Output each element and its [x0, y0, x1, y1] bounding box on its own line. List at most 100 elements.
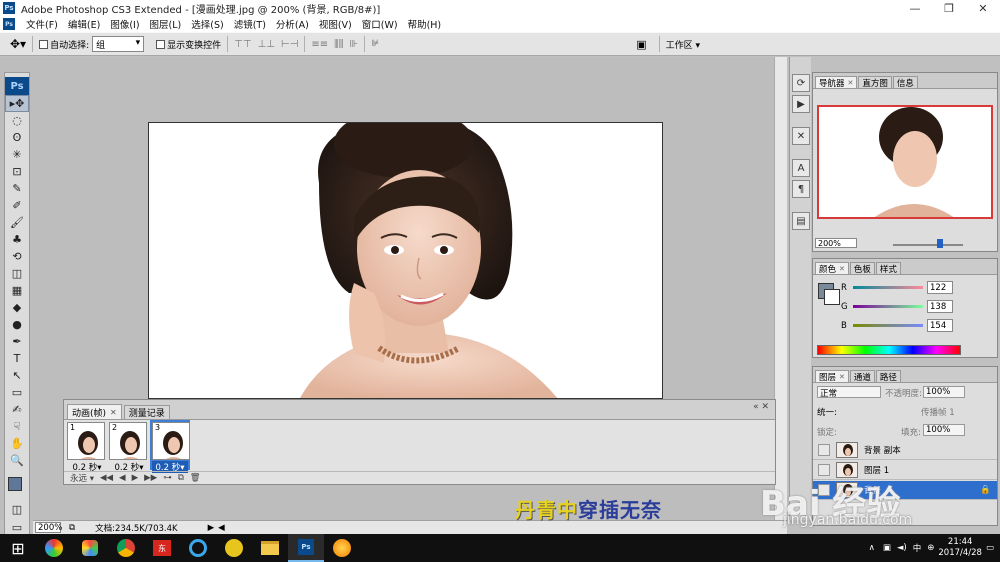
- tools-preset-icon[interactable]: ✕: [792, 127, 810, 145]
- navigator-zoom-slider[interactable]: [893, 244, 963, 246]
- marquee-tool-icon[interactable]: ◌: [5, 112, 29, 129]
- red-slider[interactable]: [853, 286, 923, 289]
- align-top-icon[interactable]: ⊤⊤: [234, 39, 251, 50]
- tray-volume-icon[interactable]: ◄): [897, 543, 907, 553]
- menu-filter[interactable]: 滤镜(T): [229, 17, 271, 31]
- menu-edit[interactable]: 编辑(E): [63, 17, 105, 31]
- magic-wand-tool-icon[interactable]: ✳: [5, 146, 29, 163]
- document-canvas[interactable]: [148, 122, 663, 399]
- foreground-color-swatch[interactable]: [8, 477, 22, 491]
- clone-stamp-tool-icon[interactable]: ♣: [5, 231, 29, 248]
- align-left-icon[interactable]: ⊢⊣: [281, 39, 298, 50]
- distribute-right-icon[interactable]: ⊪: [349, 39, 358, 50]
- gradient-tool-icon[interactable]: ▦: [5, 282, 29, 299]
- panel-menu-icon[interactable]: « ✕: [753, 402, 769, 412]
- animation-frame-1[interactable]: 1 0.2 秒▾: [67, 422, 107, 473]
- animation-frame-2[interactable]: 2 0.2 秒▾: [109, 422, 149, 473]
- fill-field[interactable]: 100%: [923, 424, 965, 436]
- layer-row[interactable]: 背景 副本: [813, 441, 997, 460]
- start-button[interactable]: ⊞: [0, 534, 36, 562]
- maximize-button[interactable]: ❐: [932, 0, 966, 16]
- navigator-preview[interactable]: [817, 105, 993, 219]
- visibility-toggle[interactable]: [818, 444, 830, 456]
- green-value-field[interactable]: 138: [927, 300, 953, 313]
- navigator-slider-thumb[interactable]: [937, 239, 943, 248]
- app-menu-icon[interactable]: Ps: [3, 18, 15, 30]
- color-bg-swatch[interactable]: [824, 289, 840, 305]
- prev-frame-button[interactable]: ◀: [119, 473, 126, 483]
- close-icon[interactable]: ✕: [848, 79, 854, 87]
- blue-value-field[interactable]: 154: [927, 319, 953, 332]
- blend-mode-dropdown[interactable]: 正常: [817, 386, 881, 399]
- crop-tool-icon[interactable]: ⊡: [5, 163, 29, 180]
- eraser-tool-icon[interactable]: ◫: [5, 265, 29, 282]
- green-slider[interactable]: [853, 305, 923, 308]
- animation-frame-3[interactable]: 3 0.2 秒▾: [150, 420, 190, 473]
- tab-color[interactable]: 颜色 ✕: [815, 262, 849, 275]
- auto-select-dropdown[interactable]: 组: [92, 36, 145, 52]
- tab-info[interactable]: 信息: [892, 76, 918, 89]
- ie-icon[interactable]: [180, 534, 216, 562]
- tab-animation-frames[interactable]: 动画(帧) ✕: [67, 404, 122, 419]
- tab-navigator[interactable]: 导航器 ✕: [815, 76, 858, 89]
- visibility-toggle[interactable]: [818, 464, 830, 476]
- menu-layer[interactable]: 图层(L): [145, 17, 187, 31]
- blur-tool-icon[interactable]: ◆: [5, 299, 29, 316]
- quickmask-icon[interactable]: ◫: [5, 501, 29, 518]
- tab-layers[interactable]: 图层 ✕: [815, 370, 849, 383]
- play-button[interactable]: ▶: [132, 473, 139, 483]
- history-icon[interactable]: ⟳: [792, 74, 810, 92]
- hand-tool-icon[interactable]: ✋: [5, 435, 29, 452]
- actions-icon[interactable]: ▶: [792, 95, 810, 113]
- tray-ime[interactable]: 中: [913, 542, 922, 554]
- menu-help[interactable]: 帮助(H): [403, 17, 447, 31]
- tab-paths[interactable]: 路径: [875, 370, 901, 383]
- history-brush-tool-icon[interactable]: ⟲: [5, 248, 29, 265]
- auto-align-icon[interactable]: ⊯: [371, 39, 379, 49]
- menu-select[interactable]: 选择(S): [186, 17, 228, 31]
- notification-icon[interactable]: ▭: [986, 543, 994, 553]
- pen-tool-icon[interactable]: ✒: [5, 333, 29, 350]
- distribute-left-icon[interactable]: ⫼⫼: [334, 39, 343, 50]
- app-icon-1[interactable]: [36, 534, 72, 562]
- tab-histogram[interactable]: 直方图: [858, 76, 892, 89]
- zoom-field[interactable]: 200%: [35, 522, 62, 533]
- close-icon[interactable]: ✕: [839, 265, 845, 273]
- auto-select-checkbox[interactable]: [39, 39, 49, 49]
- menu-window[interactable]: 窗口(W): [357, 17, 403, 31]
- menu-file[interactable]: 文件(F): [21, 17, 63, 31]
- status-menu-icon[interactable]: ⧉: [69, 523, 75, 533]
- tab-styles[interactable]: 样式: [875, 262, 901, 275]
- color-spectrum[interactable]: [817, 345, 961, 355]
- taskbar-clock[interactable]: 21:44 2017/4/28: [938, 537, 982, 559]
- menu-view[interactable]: 视图(V): [314, 17, 357, 31]
- layer-comps-icon[interactable]: ▤: [792, 212, 810, 230]
- tab-swatches[interactable]: 色板: [849, 262, 875, 275]
- app-icon-2[interactable]: [72, 534, 108, 562]
- app-icon-4[interactable]: 东: [144, 534, 180, 562]
- propagate-frame-checkbox[interactable]: 传播帧 1: [921, 406, 955, 418]
- zoom-tool-icon[interactable]: 🔍: [5, 452, 29, 469]
- distribute-buttons[interactable]: ≡≡ ⫼⫼ ⊪: [311, 39, 358, 50]
- slice-tool-icon[interactable]: ✎: [5, 180, 29, 197]
- menu-image[interactable]: 图像(I): [105, 17, 144, 31]
- loop-dropdown[interactable]: 永远 ▾: [70, 472, 94, 484]
- app-icon-9[interactable]: [324, 534, 360, 562]
- file-explorer-icon[interactable]: [252, 534, 288, 562]
- path-select-tool-icon[interactable]: ↖: [5, 367, 29, 384]
- duplicate-frame-button[interactable]: ⧉: [178, 473, 184, 483]
- hscroll-left-icon[interactable]: ◀: [218, 523, 225, 533]
- tween-button[interactable]: ⊶: [163, 473, 172, 483]
- tab-measurement-log[interactable]: 测量记录: [123, 405, 170, 419]
- align-buttons[interactable]: ⊤⊤ ⊥⊥ ⊢⊣: [234, 39, 298, 50]
- workspace-menu[interactable]: 工作区 ▾: [666, 38, 700, 51]
- move-tool-icon[interactable]: ✥▾: [10, 37, 26, 51]
- status-arrow-icon[interactable]: ▶: [208, 523, 215, 533]
- delete-frame-button[interactable]: 🗑: [190, 473, 201, 483]
- lasso-tool-icon[interactable]: ʘ: [5, 129, 29, 146]
- chrome-icon[interactable]: [108, 534, 144, 562]
- bridge-icon[interactable]: ▣: [636, 38, 646, 51]
- app-icon-6[interactable]: [216, 534, 252, 562]
- healing-brush-tool-icon[interactable]: ✐: [5, 197, 29, 214]
- tray-app-icon[interactable]: ⊕: [927, 543, 934, 553]
